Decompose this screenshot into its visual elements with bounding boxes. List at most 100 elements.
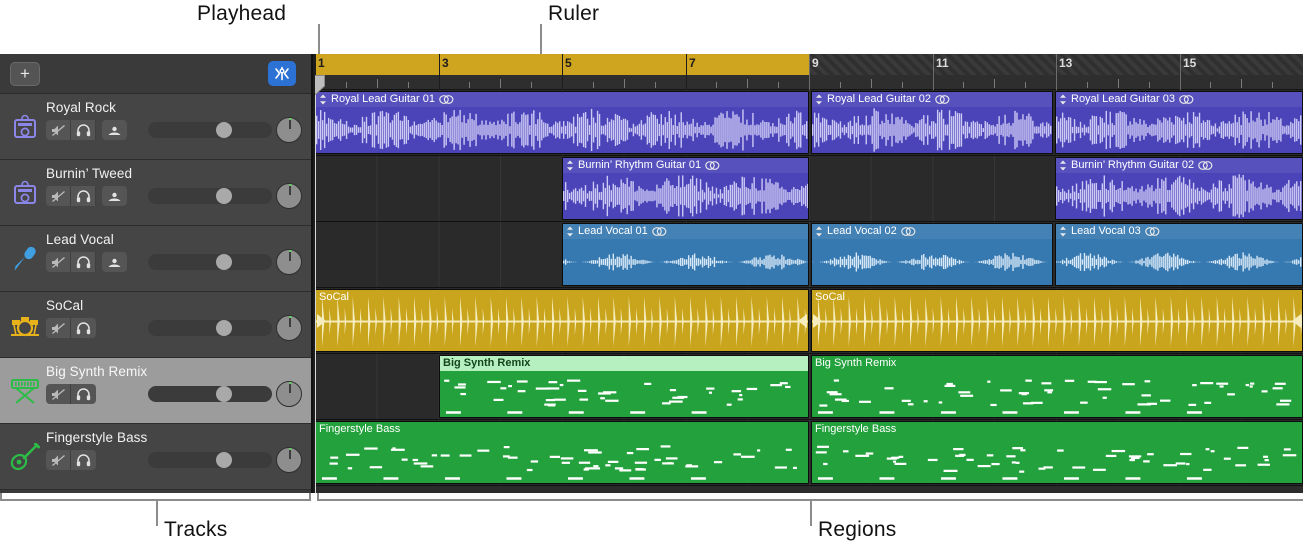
- solo-button[interactable]: [71, 318, 96, 338]
- track-header[interactable]: Big Synth Remix: [0, 358, 311, 424]
- mute-button[interactable]: [46, 318, 71, 338]
- region[interactable]: Royal Lead Guitar 01: [315, 91, 809, 154]
- region[interactable]: SoCal: [315, 289, 809, 352]
- pan-indicator-dot: [289, 382, 292, 384]
- flex-time-button[interactable]: [268, 61, 296, 86]
- region-header[interactable]: Lead Vocal 02: [812, 224, 1052, 239]
- loop-icon: [439, 95, 454, 104]
- region-header[interactable]: Fingerstyle Bass: [812, 422, 1302, 437]
- beat-tick: [469, 82, 470, 88]
- callout-line-ruler: [540, 24, 542, 54]
- transpose-icon: [567, 226, 573, 237]
- volume-slider[interactable]: [148, 386, 272, 402]
- solo-button[interactable]: [71, 384, 96, 404]
- region-header[interactable]: Big Synth Remix: [440, 356, 808, 371]
- transpose-icon: [816, 94, 822, 105]
- volume-slider-knob[interactable]: [216, 254, 232, 270]
- bass-guitar-icon: [10, 440, 40, 474]
- volume-slider-knob[interactable]: [216, 320, 232, 336]
- region[interactable]: Burnin’ Rhythm Guitar 01: [562, 157, 809, 220]
- solo-button[interactable]: [71, 252, 96, 272]
- loop-icon: [1198, 161, 1213, 170]
- region-header[interactable]: Royal Lead Guitar 03: [1056, 92, 1302, 107]
- track-name-label: SoCal: [46, 298, 84, 313]
- mute-button[interactable]: [46, 252, 71, 272]
- region-name-label: Fingerstyle Bass: [319, 423, 401, 435]
- drum-kit-icon: [11, 317, 39, 337]
- region-header[interactable]: Royal Lead Guitar 02: [812, 92, 1052, 107]
- region-name-label: Lead Vocal 03: [1071, 225, 1141, 237]
- region[interactable]: SoCal: [811, 289, 1303, 352]
- volume-slider-knob[interactable]: [216, 122, 232, 138]
- region-header[interactable]: Fingerstyle Bass: [316, 422, 808, 437]
- mute-button[interactable]: [46, 384, 71, 404]
- region[interactable]: Big Synth Remix: [811, 355, 1303, 418]
- region-header[interactable]: Lead Vocal 01: [563, 224, 808, 239]
- volume-slider-knob[interactable]: [216, 188, 232, 204]
- pan-knob[interactable]: [276, 381, 302, 407]
- amplifier-icon: [14, 180, 36, 204]
- region[interactable]: Fingerstyle Bass: [315, 421, 809, 484]
- record-enable-button[interactable]: [102, 252, 127, 272]
- loop-icon: [1144, 227, 1160, 236]
- region-name-label: Lead Vocal 02: [827, 225, 897, 237]
- region-header[interactable]: Big Synth Remix: [812, 356, 1302, 371]
- track-lane[interactable]: Royal Lead Guitar 01 Royal Lead Guitar 0…: [315, 90, 1303, 156]
- beat-tick: [840, 82, 841, 88]
- track-header[interactable]: Burnin’ Tweed: [0, 160, 311, 226]
- region-content: [812, 371, 1302, 417]
- record-enable-button[interactable]: [102, 120, 127, 140]
- pan-knob[interactable]: [276, 117, 302, 143]
- region[interactable]: Royal Lead Guitar 03: [1055, 91, 1303, 154]
- region-header[interactable]: Burnin’ Rhythm Guitar 02: [1056, 158, 1302, 173]
- region[interactable]: Big Synth Remix: [439, 355, 809, 418]
- pan-knob[interactable]: [276, 447, 302, 473]
- volume-slider-knob[interactable]: [216, 386, 232, 402]
- volume-slider[interactable]: [148, 254, 272, 270]
- region[interactable]: Lead Vocal 02: [811, 223, 1053, 286]
- region[interactable]: Lead Vocal 01: [562, 223, 809, 286]
- solo-button[interactable]: [71, 186, 96, 206]
- region[interactable]: Royal Lead Guitar 02: [811, 91, 1053, 154]
- volume-slider[interactable]: [148, 188, 272, 204]
- pan-knob[interactable]: [276, 183, 302, 209]
- region-header[interactable]: Burnin’ Rhythm Guitar 01: [563, 158, 808, 173]
- solo-button[interactable]: [71, 120, 96, 140]
- pan-knob[interactable]: [276, 315, 302, 341]
- region-name-label: Royal Lead Guitar 03: [1071, 93, 1175, 105]
- region-header[interactable]: Royal Lead Guitar 01: [316, 92, 808, 107]
- region-name-label: Royal Lead Guitar 01: [331, 93, 435, 105]
- pan-knob[interactable]: [276, 249, 302, 275]
- playhead-handle[interactable]: [315, 75, 325, 96]
- mute-button[interactable]: [46, 450, 71, 470]
- track-lane[interactable]: Fingerstyle Bass Fingerstyle Bass: [315, 420, 1303, 486]
- add-track-button[interactable]: +: [10, 62, 40, 86]
- beat-tick: [778, 82, 779, 88]
- volume-slider[interactable]: [148, 320, 272, 336]
- volume-slider[interactable]: [148, 452, 272, 468]
- volume-slider-knob[interactable]: [216, 452, 232, 468]
- mute-icon: [51, 454, 65, 466]
- ruler[interactable]: 1 3 5 7 9 11 13 15: [315, 54, 1303, 90]
- region-content: [812, 294, 1302, 349]
- mute-icon: [51, 256, 65, 268]
- track-lane[interactable]: Big Synth Remix Big Synth Remix: [315, 354, 1303, 420]
- bass-guitar-icon: [10, 443, 40, 471]
- bar-number-label: 7: [689, 56, 696, 70]
- record-enable-button[interactable]: [102, 186, 127, 206]
- mute-button[interactable]: [46, 186, 71, 206]
- solo-button[interactable]: [71, 450, 96, 470]
- track-header[interactable]: Fingerstyle Bass: [0, 424, 311, 490]
- mute-button[interactable]: [46, 120, 71, 140]
- region[interactable]: Lead Vocal 03: [1055, 223, 1303, 286]
- track-lane[interactable]: Burnin’ Rhythm Guitar 01 Burnin’ Rhythm …: [315, 156, 1303, 222]
- volume-slider[interactable]: [148, 122, 272, 138]
- track-header[interactable]: SoCal: [0, 292, 311, 358]
- region[interactable]: Fingerstyle Bass: [811, 421, 1303, 484]
- track-header[interactable]: Royal Rock: [0, 94, 311, 160]
- region-header[interactable]: Lead Vocal 03: [1056, 224, 1302, 239]
- track-lane[interactable]: Lead Vocal 01 Lead Vocal 02 Lead Vocal 0…: [315, 222, 1303, 288]
- track-lane[interactable]: SoCal SoCal: [315, 288, 1303, 354]
- region[interactable]: Burnin’ Rhythm Guitar 02: [1055, 157, 1303, 220]
- track-header[interactable]: Lead Vocal: [0, 226, 311, 292]
